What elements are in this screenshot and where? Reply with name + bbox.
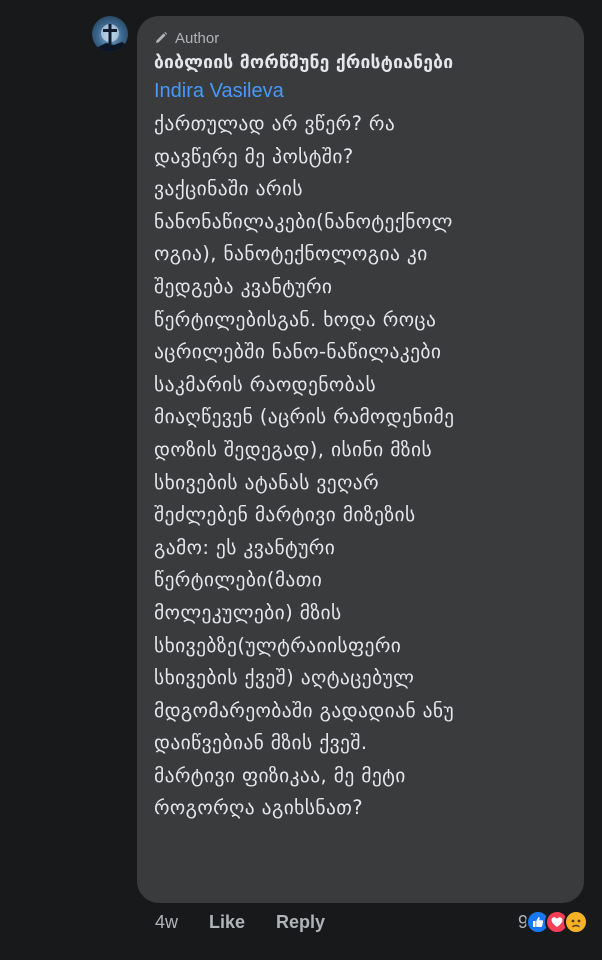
timestamp[interactable]: 4w bbox=[155, 912, 178, 933]
comment-line: ნანონაწილაკები(ნანოტექნოლ bbox=[154, 209, 453, 233]
mention-link[interactable]: Indira Vasileva bbox=[154, 77, 568, 105]
comment-line: სხივების ქვეშ) აღტაცებულ bbox=[154, 666, 415, 690]
comment-line: დოზის შედეგად), ისინი მზის bbox=[154, 437, 433, 461]
author-badge-label: Author bbox=[175, 29, 220, 47]
comment-line: წერტილებისგან. ხოდა როცა bbox=[154, 307, 437, 331]
pencil-icon bbox=[154, 31, 168, 45]
comment-line: შედგება კვანტური bbox=[154, 274, 333, 298]
comment-line: მარტივი ფიზიკაა, მე მეტი bbox=[154, 763, 406, 787]
comment-line: ოგია), ნანოტექნოლოგია კი bbox=[154, 242, 428, 266]
reactions-summary[interactable]: 9 bbox=[518, 910, 588, 934]
cross-avatar-icon bbox=[92, 24, 128, 52]
author-badge: Author bbox=[154, 28, 568, 48]
comment-line: აცრილებში ნანო-ნაწილაკები bbox=[154, 340, 442, 364]
comment-screen: Author ბიბლიის მორწმუნე ქრისტიანები Indi… bbox=[0, 0, 602, 960]
comment-line: ვაქცინაში არის bbox=[154, 177, 303, 201]
comment-line: მდგომარეობაში გადადიან ანუ bbox=[154, 698, 455, 722]
comment-line: გამო: ეს კვანტური bbox=[154, 535, 336, 559]
comment-line: სხივებზე(ულტრაიისფერი bbox=[154, 633, 402, 657]
comment-line: ქართულად არ ვწერ? რა bbox=[154, 112, 396, 135]
comment-line: მიაღწევენ (აცრის რამოდენიმე bbox=[154, 405, 455, 429]
comment-actions: 4w Like Reply bbox=[155, 912, 325, 933]
comment-line: შეძლებენ მარტივი მიზეზის bbox=[154, 503, 416, 527]
comment-line: დაიწვებიან მზის ქვეშ. bbox=[154, 731, 368, 755]
comment-text: ქართულად არ ვწერ? რა დავწერე მე პოსტში? ვა… bbox=[154, 108, 568, 825]
commenter-name[interactable]: ბიბლიის მორწმუნე ქრისტიანები bbox=[154, 50, 568, 76]
comment-bubble: Author ბიბლიის მორწმუნე ქრისტიანები Indi… bbox=[137, 16, 584, 903]
comment-line: სხივების ატანას ვეღარ bbox=[154, 470, 380, 494]
comment-line: დავწერე მე პოსტში? bbox=[154, 144, 354, 168]
comment-line: მოლეკულები) მზის bbox=[154, 600, 342, 624]
comment-line: წერტილები(მათი bbox=[154, 568, 323, 592]
comment-line: როგორღა აგიხსნათ? bbox=[154, 796, 364, 820]
like-button[interactable]: Like bbox=[209, 912, 245, 933]
sad-reaction-icon bbox=[564, 910, 588, 934]
avatar[interactable] bbox=[92, 16, 128, 52]
comment-line: საკმარის რაოდენობას bbox=[154, 372, 377, 396]
reply-button[interactable]: Reply bbox=[276, 912, 325, 933]
